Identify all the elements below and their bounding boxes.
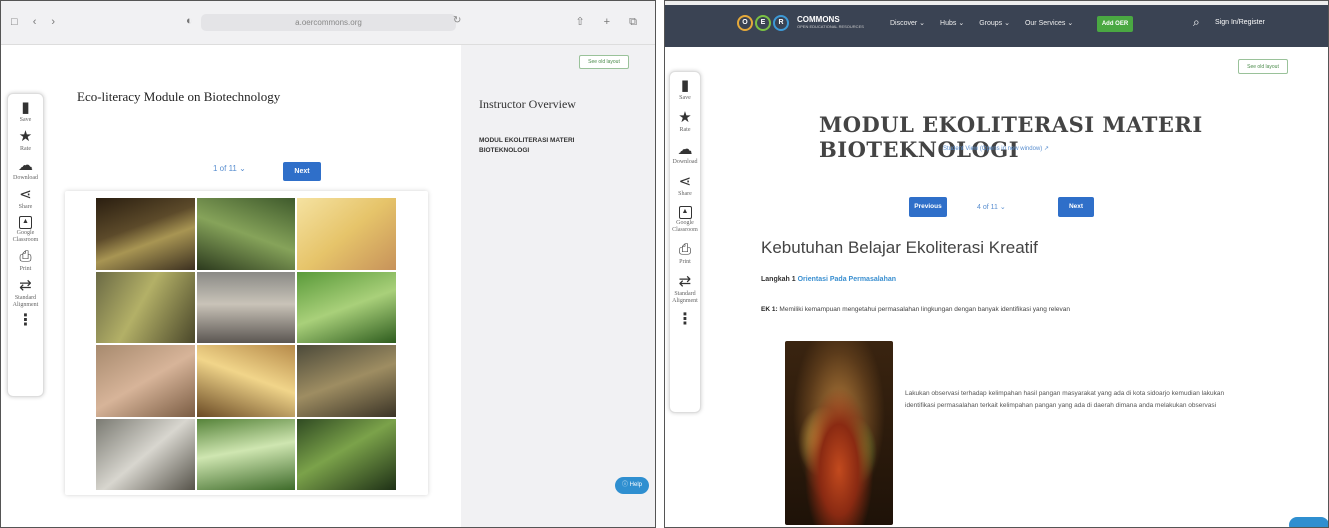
see-old-layout-button[interactable]: See old layout <box>579 55 629 69</box>
page-selector[interactable]: 4 of 11 ⌄ <box>977 203 1006 211</box>
bookmark-icon: ▮ <box>21 99 30 116</box>
previous-button[interactable]: Previous <box>909 197 947 217</box>
standard-alignment-tool[interactable]: ⇄ Standard Alignment <box>8 278 43 309</box>
search-icon[interactable]: ⌕ <box>1193 15 1200 30</box>
google-classroom-tool[interactable]: ▲ Google Classroom <box>8 216 43 244</box>
biotechnology-collage-image <box>95 197 397 491</box>
google-classroom-icon: ▲ <box>19 216 32 229</box>
page-title: MODUL EKOLITERASI MATERI BIOTEKNOLOGI <box>819 112 1203 162</box>
address-bar[interactable]: a.oercommons.org <box>201 14 456 31</box>
more-icon: ⋮ <box>17 312 34 329</box>
save-tool[interactable]: ▮ Save <box>679 78 691 102</box>
share-tool[interactable]: ⋖ Share <box>678 174 692 198</box>
page-title: Eco-literacy Module on Biotechnology <box>77 89 281 104</box>
student-view-link[interactable]: Student View (Opens in new window) ↗ <box>943 145 1049 152</box>
see-old-layout-button[interactable]: See old layout <box>1238 59 1288 74</box>
activity-instructions: Lakukan observasi terhadap kelimpahan ha… <box>905 390 1225 409</box>
rate-tool[interactable]: ★ Rate <box>19 129 32 153</box>
instructor-overview-sidebar: See old layout Instructor Overview MODUL… <box>461 45 655 527</box>
download-tool[interactable]: ☁ Download <box>673 142 698 166</box>
star-icon: ★ <box>678 109 692 126</box>
share-tool[interactable]: ⋖ Share <box>19 187 33 211</box>
site-navbar: O E R COMMONS OPEN EDUCATIONAL RESOURCES … <box>665 1 1328 47</box>
chevron-down-icon: ⌄ <box>239 164 246 173</box>
right-resource-toolbar: ▮ Save ★ Rate ☁ Download ⋖ Share ▲ Google Cla… <box>669 71 701 413</box>
nav-discover[interactable]: Discover ⌄ <box>890 19 925 27</box>
sidebar-subheading[interactable]: MODUL EKOLITERASI MATERI BIOTEKNOLOGI <box>479 136 599 156</box>
ek-statement: EK 1: Memiliki kemampuan mengetahui perm… <box>761 306 1070 313</box>
sidebar-heading: Instructor Overview <box>479 97 576 111</box>
next-button[interactable]: Next <box>1058 197 1094 217</box>
download-icon: ☁ <box>677 141 693 158</box>
logo-letter-r: R <box>773 15 789 31</box>
standard-alignment-tool[interactable]: ⇄ Standard Alignment <box>670 274 700 305</box>
step-label: Langkah 1 Orientasi Pada Permasalahan <box>761 276 897 283</box>
print-tool[interactable]: ⎙ Print <box>679 242 691 266</box>
main-nav: Discover ⌄ Hubs ⌄ Groups ⌄ Our Services … <box>890 19 1088 27</box>
next-button[interactable]: Next <box>283 162 321 181</box>
logo-wordmark: COMMONS OPEN EDUCATIONAL RESOURCES <box>797 15 864 30</box>
logo-letter-o: O <box>737 15 753 31</box>
google-classroom-icon: ▲ <box>678 206 692 219</box>
chevron-down-icon: ⌄ <box>999 204 1006 211</box>
share-icon: ⋖ <box>19 186 32 203</box>
google-classroom-tool[interactable]: ▲ Google Classroom <box>670 206 700 234</box>
save-tool[interactable]: ▮ Save <box>20 100 32 124</box>
nav-hubs[interactable]: Hubs ⌄ <box>940 19 964 27</box>
food-abundance-image <box>785 341 893 525</box>
star-icon: ★ <box>18 128 33 145</box>
reload-icon[interactable]: ↻ <box>453 15 461 26</box>
left-screenshot-panel: □ ‹ › ◐ a.oercommons.org ↻ ⇧ + ⧉ ▮ Save ★… <box>0 0 656 528</box>
window-controls[interactable]: □ ‹ › <box>11 16 61 28</box>
oer-commons-logo[interactable]: O E R COMMONS OPEN EDUCATIONAL RESOURCES <box>737 15 864 31</box>
browser-chrome: □ ‹ › ◐ a.oercommons.org ↻ ⇧ + ⧉ <box>1 1 655 45</box>
print-icon: ⎙ <box>678 241 691 258</box>
privacy-shield-icon[interactable]: ◐ <box>186 15 193 27</box>
print-icon: ⎙ <box>19 248 32 265</box>
alignment-icon: ⇄ <box>19 277 32 294</box>
more-tool[interactable]: ⋮ <box>17 312 34 329</box>
sign-in-link[interactable]: Sign In/Register <box>1215 19 1265 26</box>
more-icon: ⋮ <box>677 311 693 328</box>
help-button[interactable] <box>1289 517 1328 527</box>
rate-tool[interactable]: ★ Rate <box>678 110 691 134</box>
browser-actions[interactable]: ⇧ + ⧉ <box>575 15 645 29</box>
alignment-icon: ⇄ <box>678 273 692 290</box>
help-button[interactable]: ⓘ Help <box>615 477 649 494</box>
nav-groups[interactable]: Groups ⌄ <box>979 19 1010 27</box>
help-icon: ⓘ <box>621 482 628 488</box>
more-tool[interactable]: ⋮ <box>677 311 693 328</box>
nav-our-services[interactable]: Our Services ⌄ <box>1025 19 1073 27</box>
print-tool[interactable]: ⎙ Print <box>19 249 31 273</box>
top-strip <box>665 1 1328 5</box>
right-screenshot-panel: O E R COMMONS OPEN EDUCATIONAL RESOURCES … <box>664 0 1329 528</box>
left-resource-toolbar: ▮ Save ★ Rate ☁ Download ⋖ Share ▲ Google Cla… <box>7 93 44 397</box>
download-icon: ☁ <box>18 157 33 174</box>
add-oer-button[interactable]: Add OER <box>1097 16 1133 32</box>
page-selector[interactable]: 1 of 11 ⌄ <box>213 164 246 173</box>
bookmark-icon: ▮ <box>680 77 690 94</box>
logo-letter-e: E <box>755 15 771 31</box>
download-tool[interactable]: ☁ Download <box>13 158 38 182</box>
section-heading: Kebutuhan Belajar Ekoliterasi Kreatif <box>761 238 1038 257</box>
share-icon: ⋖ <box>678 173 692 190</box>
